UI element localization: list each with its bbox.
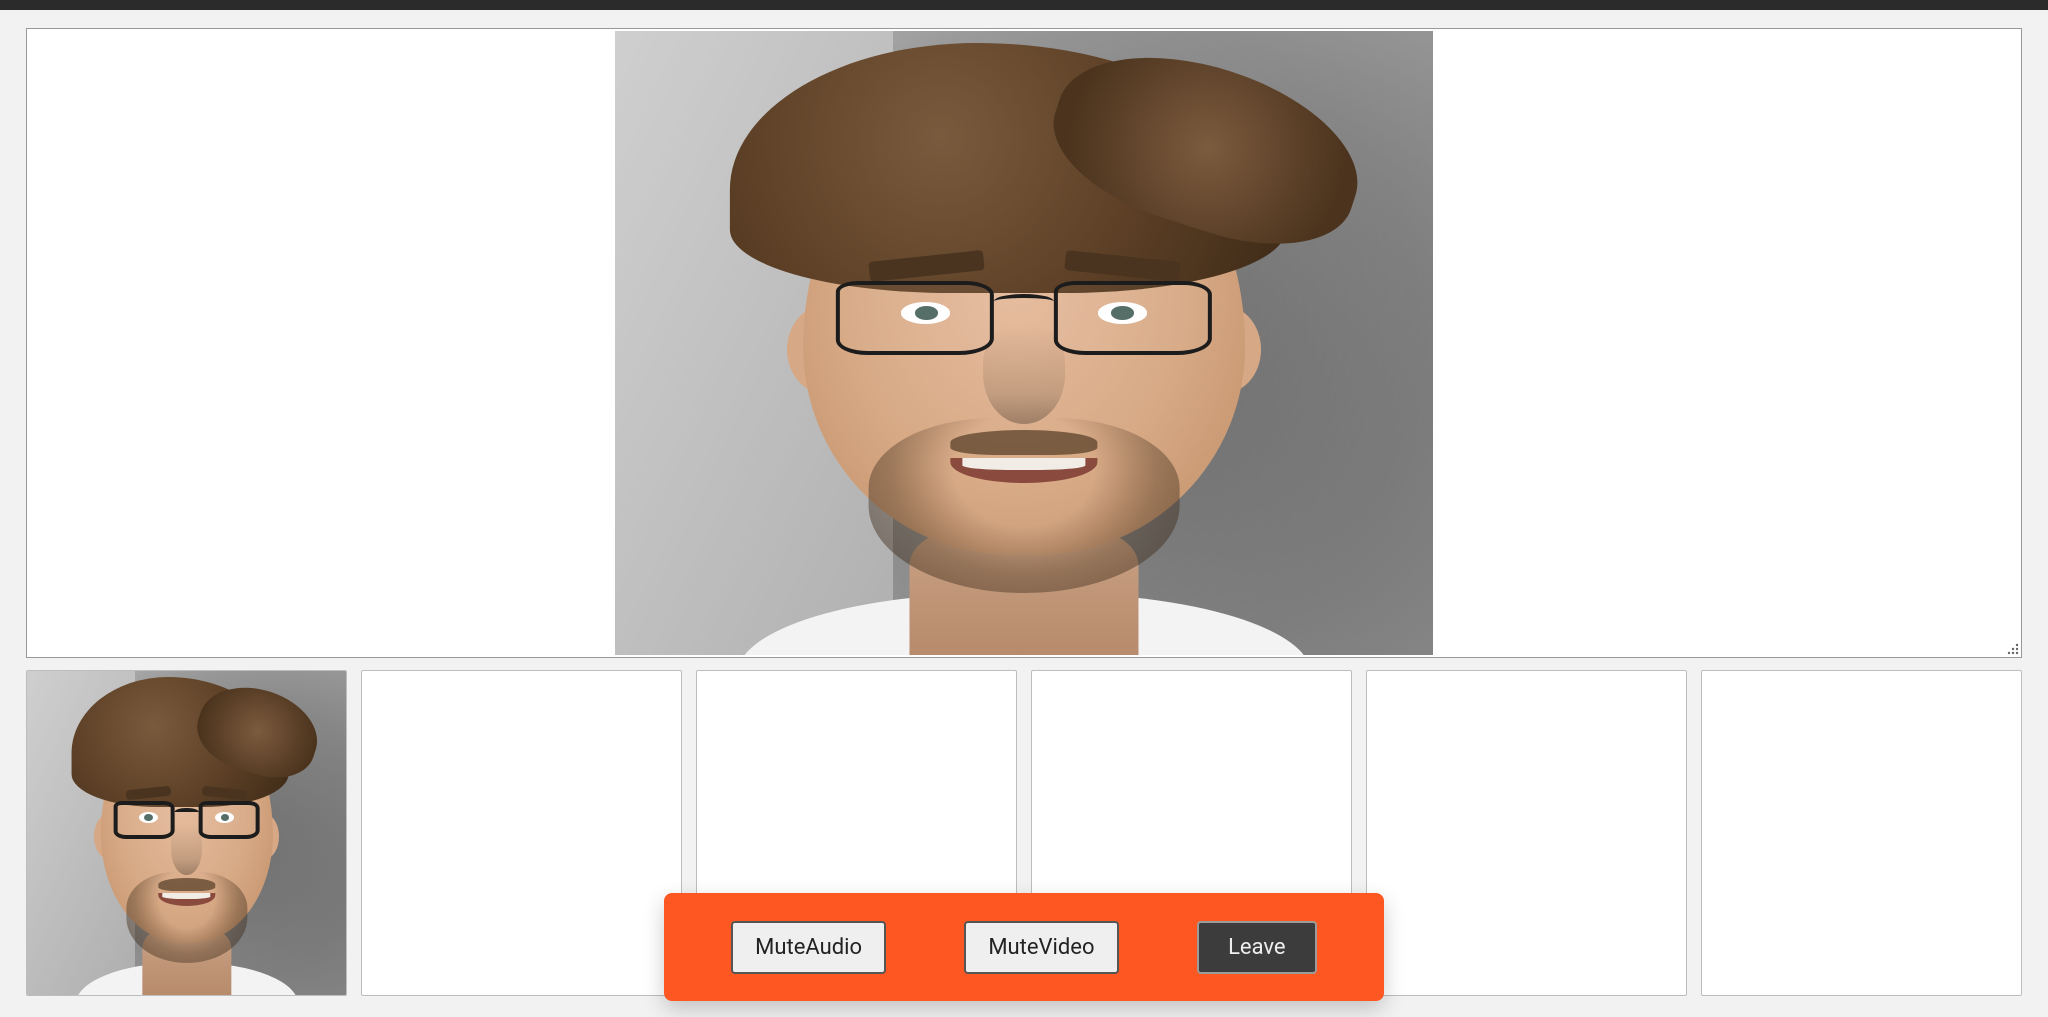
window-top-bar	[0, 0, 2048, 10]
participant-thumbnail[interactable]	[1701, 670, 2022, 996]
main-video-feed	[615, 31, 1433, 655]
leave-call-button[interactable]: Leave	[1197, 921, 1317, 974]
mute-audio-button[interactable]: MuteAudio	[731, 921, 886, 974]
participant-thumbnail[interactable]	[361, 670, 682, 996]
participant-thumbnail[interactable]	[26, 670, 347, 996]
main-video-panel[interactable]	[26, 28, 2022, 658]
resize-grip-icon	[2003, 639, 2019, 655]
person-icon	[615, 31, 1433, 655]
mute-video-button[interactable]: MuteVideo	[964, 921, 1118, 974]
participant-thumbnail[interactable]	[1366, 670, 1687, 996]
thumbnail-video-feed	[27, 671, 346, 995]
person-icon	[27, 671, 346, 995]
call-control-bar: MuteAudio MuteVideo Leave	[664, 893, 1384, 1001]
